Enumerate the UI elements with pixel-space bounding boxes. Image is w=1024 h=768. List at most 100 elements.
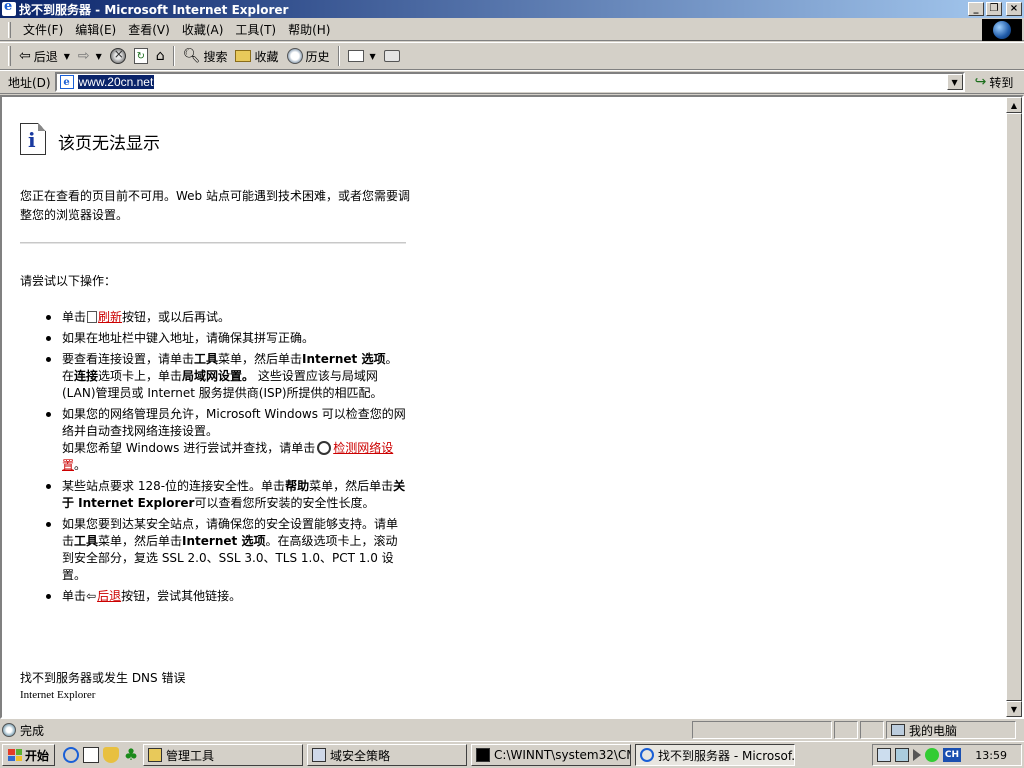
restore-button[interactable]: ❐ [986,2,1002,16]
forward-button[interactable]: ⇨ ▼ [74,47,106,65]
app-footer: Internet Explorer [20,689,96,701]
clock[interactable]: 13:59 [975,749,1007,762]
status-bar: 完成 我的电脑 [0,720,1024,740]
network-icon[interactable] [877,748,891,762]
network-connection-icon[interactable] [895,748,909,762]
task-command-prompt[interactable]: C:\WINNT\system32\CM... [471,744,632,766]
page-title: 该页无法显示 [58,134,160,154]
network-tree-icon[interactable]: ♣ [123,747,139,763]
back-label: 后退 [33,49,58,64]
task-internet-explorer[interactable]: 找不到服务器 - Microsof... [635,744,796,766]
scroll-down-icon[interactable]: ▼ [1006,701,1022,717]
print-button[interactable] [380,48,404,64]
scroll-thumb[interactable] [1006,113,1022,701]
page-icon: e [59,75,74,89]
start-label: 开始 [25,748,50,763]
menu-edit[interactable]: 编辑(E) [69,19,122,40]
intro-text: 您正在查看的页目前不可用。Web 站点可能遇到技术困难，或者您需要调整您的浏览器… [20,189,410,222]
stop-icon [109,47,126,64]
favorites-folder-icon [235,50,252,62]
refresh-button[interactable]: ↻ [130,46,152,66]
list-item: 如果您要到达某安全站点，请确保您的安全设置能够支持。请单击工具菜单，然后单击In… [46,516,406,584]
close-button[interactable]: × [1006,2,1022,16]
search-button[interactable]: 🔍︎ 搜索 [179,46,232,67]
go-button[interactable]: ↪ 转到 [975,74,1014,91]
address-dropdown-icon[interactable]: ▼ [946,74,963,90]
title-bar: 找不到服务器 - Microsoft Internet Explorer _ ❐… [0,0,1024,18]
globe-icon [993,21,1011,39]
list-item: 要查看连接设置，请单击工具菜单，然后单击Internet 选项。在连接选项卡上，… [46,351,406,402]
mail-dropdown-icon[interactable]: ▼ [370,52,376,61]
vertical-scrollbar[interactable]: ▲ ▼ [1006,97,1022,717]
standard-toolbar: ⇦ 后退 ▼ ⇨ ▼ ↻ ⌂ 🔍︎ 搜索 收藏 历史 ▼ [0,42,1024,70]
show-desktop-icon[interactable] [83,747,100,763]
list-item: 单击⇦后退按钮，尝试其他链接。 [46,588,406,605]
home-button[interactable]: ⌂ [152,47,169,65]
toolbar-grip [8,46,11,66]
bullet-bold: 帮助 [285,479,310,493]
menu-tools[interactable]: 工具(T) [229,19,282,40]
back-dropdown-icon[interactable]: ▼ [64,52,70,61]
bullet-bold: 工具 [74,534,99,548]
menu-file[interactable]: 文件(F) [17,19,69,40]
bullet-text: 可以查看您所安装的安全性长度。 [194,496,375,510]
start-button[interactable]: 开始 [2,744,56,766]
refresh-link[interactable]: 刷新 [98,310,122,324]
bullet-text: 如果在地址栏中键入地址，请确保其拼写正确。 [62,331,315,345]
divider [20,242,406,244]
bullet-text: 如果您的网络管理员允许，Microsoft Windows 可以检查您的网络并自… [62,407,406,438]
task-admin-tools[interactable]: 管理工具 [143,744,304,766]
address-label: 地址(D) [8,75,51,90]
mail-button[interactable]: ▼ [344,48,380,64]
address-input[interactable]: e www.20cn.net ▼ [54,72,965,92]
task-domain-policy[interactable]: 域安全策略 [307,744,468,766]
folder-icon [148,748,163,762]
bullet-bold: 工具 [194,352,219,366]
my-computer-icon [891,724,905,736]
bullet-text: 单击 [62,589,87,603]
quick-launch: ♣ [63,747,139,763]
status-lock-panel [834,721,858,739]
volume-icon[interactable] [913,749,921,761]
bullet-bold: Internet 选项 [182,534,266,548]
menu-view[interactable]: 查看(V) [122,19,176,40]
minimize-button[interactable]: _ [968,2,984,16]
address-url[interactable]: www.20cn.net [77,75,155,89]
history-icon [286,48,303,64]
shield-icon[interactable] [103,747,120,763]
network-diagnose-icon [317,441,332,455]
language-indicator[interactable]: CH [943,748,961,762]
suggestion-list: 单击 刷新按钮，或以后再试。 如果在地址栏中键入地址，请确保其拼写正确。 要查看连… [46,309,406,609]
toolbar-separator [337,46,340,66]
refresh-icon [87,311,98,323]
list-item: 如果在地址栏中键入地址，请确保其拼写正确。 [46,330,406,347]
back-button[interactable]: ⇦ 后退 ▼ [15,46,74,67]
info-page-icon: i [20,123,46,155]
menu-favorites[interactable]: 收藏(A) [176,19,230,40]
menu-help[interactable]: 帮助(H) [282,19,336,40]
stop-button[interactable] [106,46,130,66]
ie-launch-icon[interactable] [63,747,80,763]
toolbar-separator [172,46,175,66]
menu-bar: 文件(F) 编辑(E) 查看(V) 收藏(A) 工具(T) 帮助(H) [0,19,1024,41]
history-button[interactable]: 历史 [283,46,334,67]
security-zone: 我的电脑 [886,721,1016,739]
status-offline-panel [860,721,884,739]
bullet-text: 按钮，或以后再试。 [122,310,231,324]
window-controls: _ ❐ × [968,2,1022,16]
back-arrow-icon: ⇦ [86,589,97,603]
bullet-bold: Internet 选项 [302,352,386,366]
favorites-button[interactable]: 收藏 [231,46,282,67]
try-heading: 请尝试以下操作： [20,274,117,288]
menu-grip [8,21,11,38]
back-link[interactable]: 后退 [97,589,121,603]
forward-dropdown-icon[interactable]: ▼ [96,52,102,61]
command-prompt-icon [476,748,491,762]
status-text-panel: 完成 [0,722,690,739]
scroll-up-icon[interactable]: ▲ [1006,97,1022,113]
messenger-icon[interactable] [925,748,939,762]
go-label: 转到 [989,75,1014,90]
windows-throbber [982,19,1022,41]
printer-icon [383,50,400,62]
favorites-label: 收藏 [254,49,279,64]
